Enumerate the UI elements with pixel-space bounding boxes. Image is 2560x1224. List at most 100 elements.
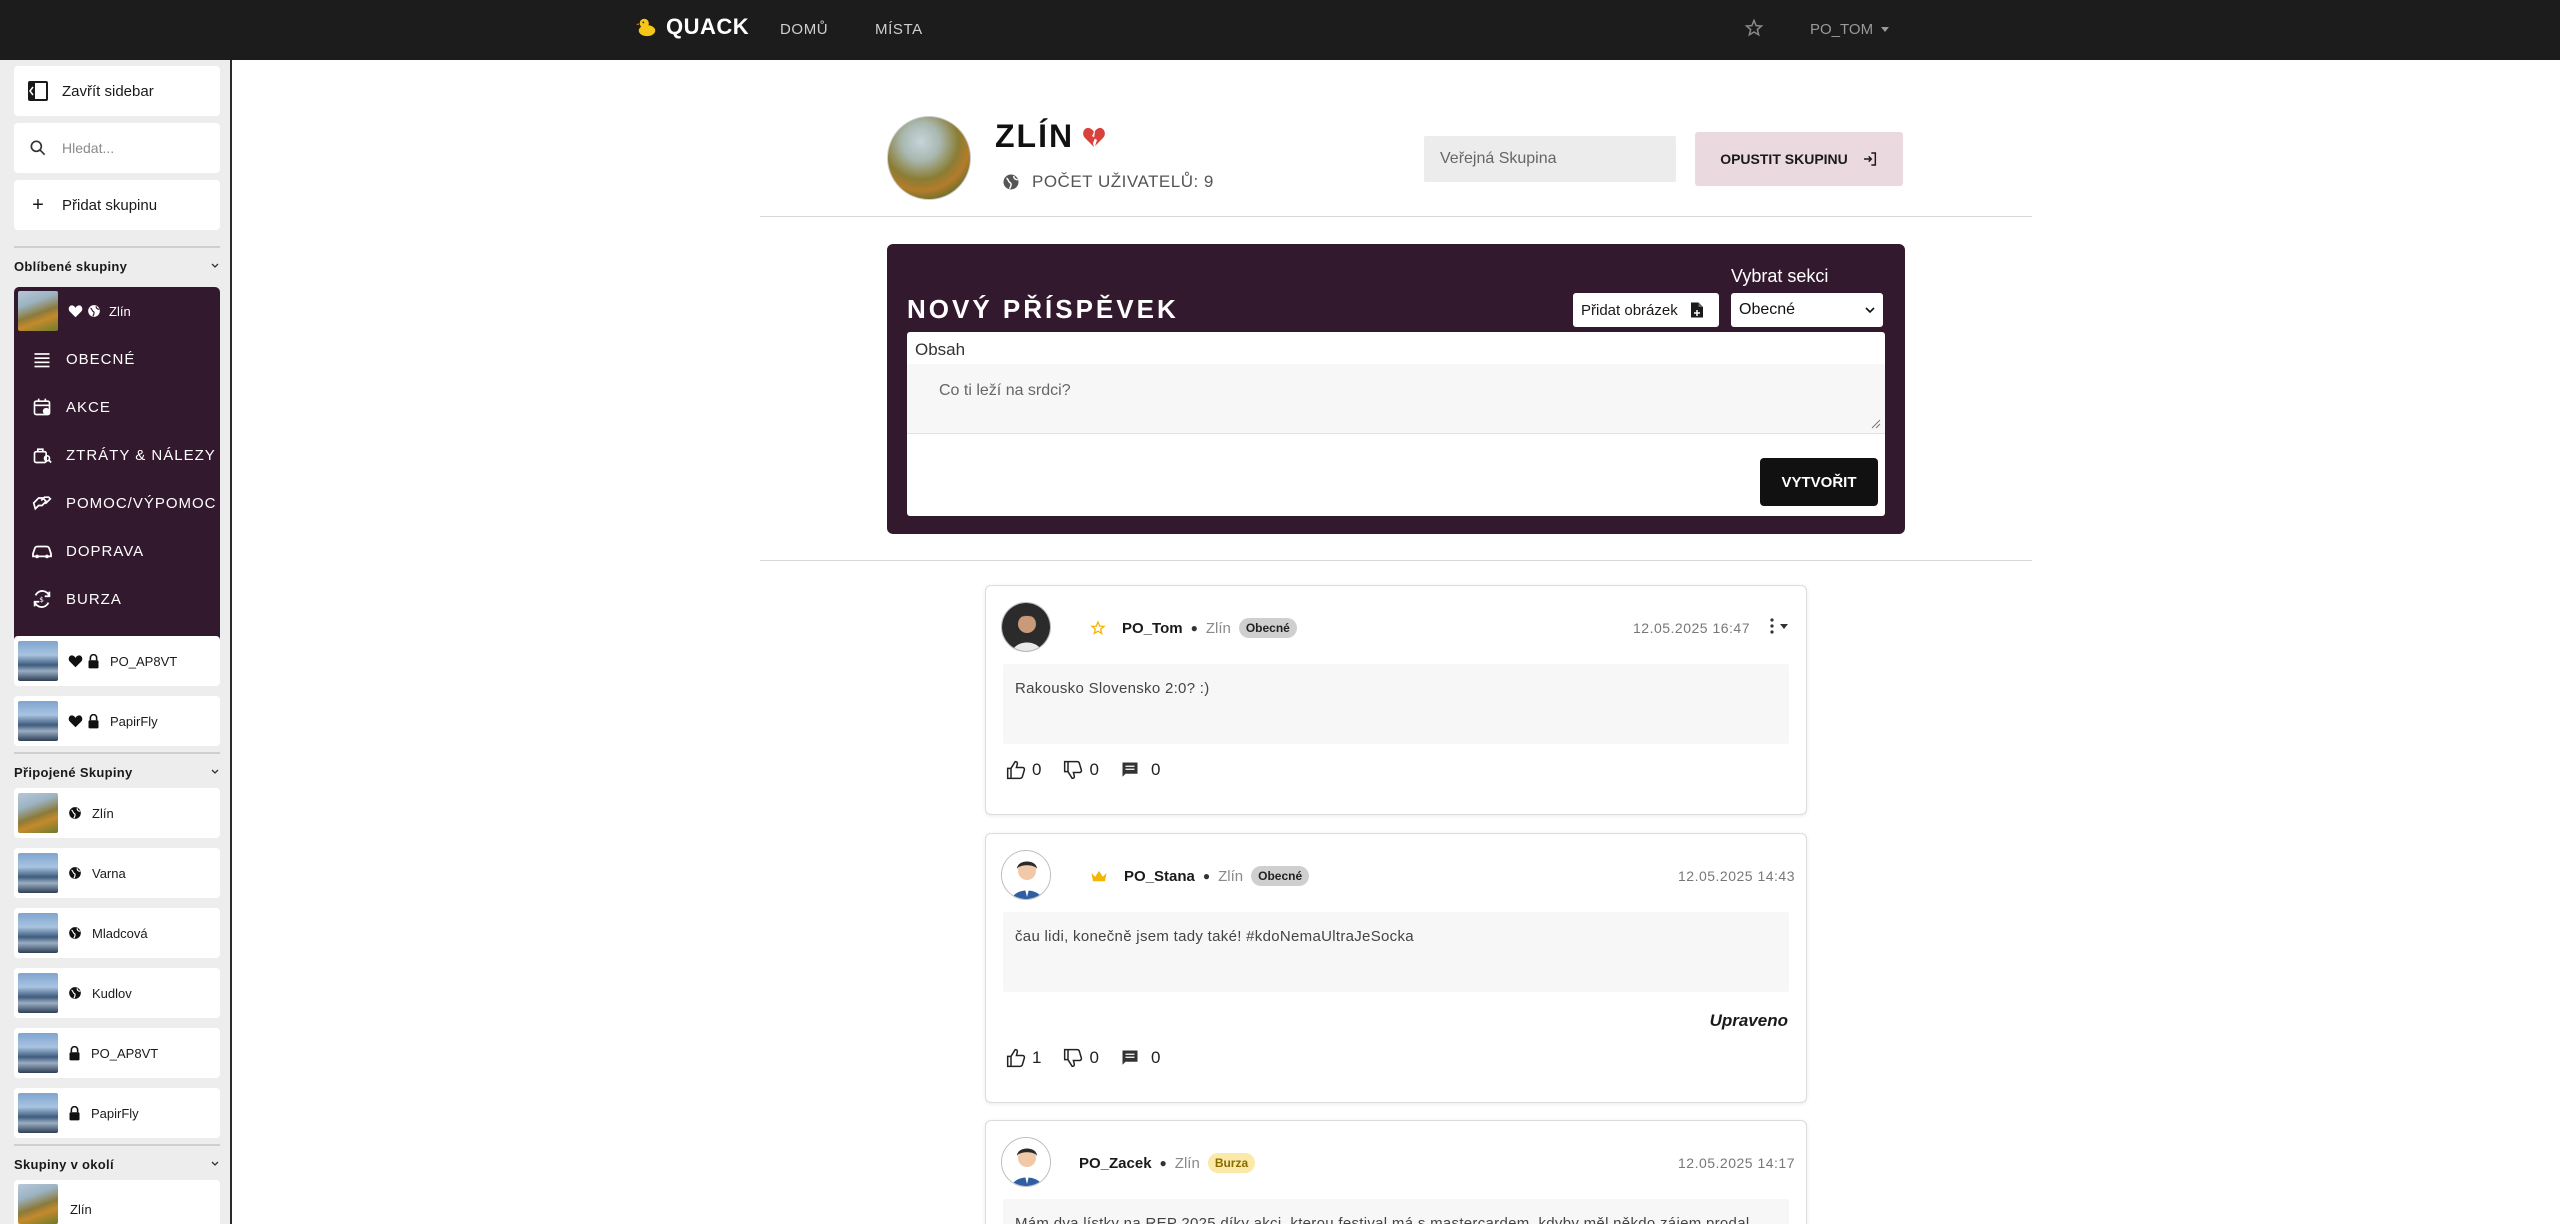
favorite-group-po-ap8vt[interactable]: PO_AP8VT <box>14 636 220 686</box>
group-name: PO_AP8VT <box>110 653 178 669</box>
avatar[interactable] <box>1001 1137 1051 1187</box>
resize-handle-icon[interactable] <box>1871 419 1881 429</box>
user-menu[interactable]: PO_TOM <box>1810 21 1890 38</box>
joined-group-papirfly[interactable]: PapirFly <box>14 1088 220 1138</box>
top-navbar: QUACK DOMŮ MÍSTA PO_TOM <box>0 0 2560 60</box>
caret-down-icon <box>1780 623 1788 629</box>
nearby-section-header[interactable]: Skupiny v okolí <box>14 1154 220 1174</box>
content-placeholder: Co ti leží na srdci? <box>939 382 1071 399</box>
post-actions: 0 0 0 <box>1006 760 1182 780</box>
globe-icon <box>1003 174 1019 190</box>
globe-icon <box>69 987 81 999</box>
section-akce[interactable]: AKCE <box>14 383 220 431</box>
group-name: PapirFly <box>110 713 158 729</box>
add-group-button[interactable]: + Přidat skupinu <box>14 180 220 230</box>
nearby-group-zlin[interactable]: Zlín <box>14 1180 220 1224</box>
dislike-button[interactable]: 0 <box>1063 1048 1099 1068</box>
group-thumbnail <box>18 973 58 1013</box>
search-input[interactable]: Hledat... <box>62 140 114 156</box>
like-count: 0 <box>1032 760 1042 779</box>
content-textarea[interactable]: Co ti leží na srdci? <box>907 364 1885 434</box>
like-button[interactable]: 0 <box>1006 760 1041 780</box>
favorite-group-header[interactable]: Zlín <box>18 291 216 331</box>
globe-icon <box>69 927 81 939</box>
section-badge: Obecné <box>1251 866 1310 886</box>
section-ztraty-nalezy[interactable]: ZTRÁTY & NÁLEZY <box>14 431 220 479</box>
group-thumbnail <box>18 853 58 893</box>
calendar-icon <box>33 398 51 416</box>
joined-group-po-ap8vt[interactable]: PO_AP8VT <box>14 1028 220 1078</box>
close-sidebar-label: Zavřít sidebar <box>62 82 154 100</box>
lost-found-icon <box>33 448 52 464</box>
post-menu-button[interactable] <box>1770 618 1788 634</box>
divider <box>760 216 2032 217</box>
comments-button[interactable]: 0 <box>1121 760 1160 780</box>
joined-group-varna[interactable]: Varna <box>14 848 220 898</box>
heart-icon <box>68 305 83 318</box>
joined-group-kudlov[interactable]: Kudlov <box>14 968 220 1018</box>
list-icon <box>34 353 50 368</box>
star-icon[interactable] <box>1744 18 1764 38</box>
dislike-count: 0 <box>1089 760 1099 779</box>
logout-icon <box>1863 152 1876 166</box>
new-post-body: Obsah Co ti leží na srdci? VYTVOŘIT <box>907 332 1885 516</box>
section-label: POMOC/VÝPOMOC <box>66 494 217 512</box>
post-author[interactable]: PO_Tom <box>1122 620 1183 637</box>
post-group[interactable]: Zlín <box>1218 868 1243 885</box>
favorites-title: Oblíbené skupiny <box>14 258 128 274</box>
group-thumbnail <box>18 793 58 833</box>
add-image-button[interactable]: Přidat obrázek <box>1573 293 1719 327</box>
create-post-button[interactable]: VYTVOŘIT <box>1760 458 1878 506</box>
section-pomoc[interactable]: POMOC/VÝPOMOC <box>14 479 220 527</box>
nearby-title: Skupiny v okolí <box>14 1156 114 1172</box>
car-icon <box>32 545 52 559</box>
star-icon <box>1090 620 1106 635</box>
favorite-group-papirfly[interactable]: PapirFly <box>14 696 220 746</box>
close-sidebar-button[interactable]: Zavřít sidebar <box>14 66 220 116</box>
group-name: Zlín <box>70 1202 92 1217</box>
favorite-group-name: Zlín <box>109 303 131 319</box>
post-group[interactable]: Zlín <box>1206 620 1231 637</box>
group-title: ZLÍN <box>995 118 1075 154</box>
dislike-button[interactable]: 0 <box>1063 760 1099 780</box>
separator-dot: ● <box>1190 621 1198 635</box>
leave-group-button[interactable]: OPUSTIT SKUPINU <box>1695 132 1903 186</box>
divider <box>14 752 220 754</box>
sidebar-search[interactable]: Hledat... <box>14 123 220 173</box>
nav-link-places[interactable]: MÍSTA <box>875 21 923 38</box>
group-visibility: Veřejná Skupina <box>1424 136 1676 182</box>
section-select[interactable]: Obecné <box>1731 293 1883 327</box>
brand-logo[interactable]: QUACK <box>636 14 749 40</box>
sidebar-toggle-icon <box>28 81 48 101</box>
favorite-group-expanded: Zlín OBECNÉ AKCE ZTRÁTY & NÁLEZY POMOC/V… <box>14 287 220 684</box>
section-burza[interactable]: $ BURZA <box>14 575 220 623</box>
chevron-down-icon <box>1865 307 1875 314</box>
post-card: PO_Zacek ● Zlín Burza 12.05.2025 14:17 M… <box>985 1120 1807 1224</box>
section-doprava[interactable]: DOPRAVA <box>14 527 220 575</box>
post-author[interactable]: PO_Stana <box>1124 868 1195 885</box>
comments-button[interactable]: 0 <box>1121 1048 1160 1068</box>
edited-label: Upraveno <box>1709 1011 1788 1030</box>
thumbs-up-icon <box>1006 760 1026 780</box>
nav-link-home[interactable]: DOMŮ <box>780 21 828 38</box>
joined-group-zlin[interactable]: Zlín <box>14 788 220 838</box>
post-author[interactable]: PO_Zacek <box>1079 1155 1152 1172</box>
post-date: 12.05.2025 16:47 <box>1633 620 1750 636</box>
section-obecne[interactable]: OBECNÉ <box>14 335 220 383</box>
post-content: Rakousko Slovensko 2:0? :) <box>1003 664 1789 744</box>
avatar[interactable] <box>1001 602 1051 652</box>
post-group[interactable]: Zlín <box>1175 1155 1200 1172</box>
exchange-icon: $ <box>33 590 51 608</box>
post-actions: 1 0 0 <box>1006 1048 1182 1068</box>
like-button[interactable]: 1 <box>1006 1048 1041 1068</box>
joined-section-header[interactable]: Připojené Skupiny <box>14 762 220 782</box>
user-count-label: POČET UŽIVATELŮ: 9 <box>1032 172 1214 191</box>
globe-icon <box>69 807 81 819</box>
heart-icon <box>68 655 83 668</box>
favorites-section-header[interactable]: Oblíbené skupiny <box>14 256 220 276</box>
broken-heart-icon[interactable] <box>1082 126 1106 148</box>
section-label: DOPRAVA <box>66 542 145 560</box>
joined-group-mladcova[interactable]: Mladcová <box>14 908 220 958</box>
user-count: POČET UŽIVATELŮ: 9 <box>1002 172 1214 192</box>
avatar[interactable] <box>1001 850 1051 900</box>
